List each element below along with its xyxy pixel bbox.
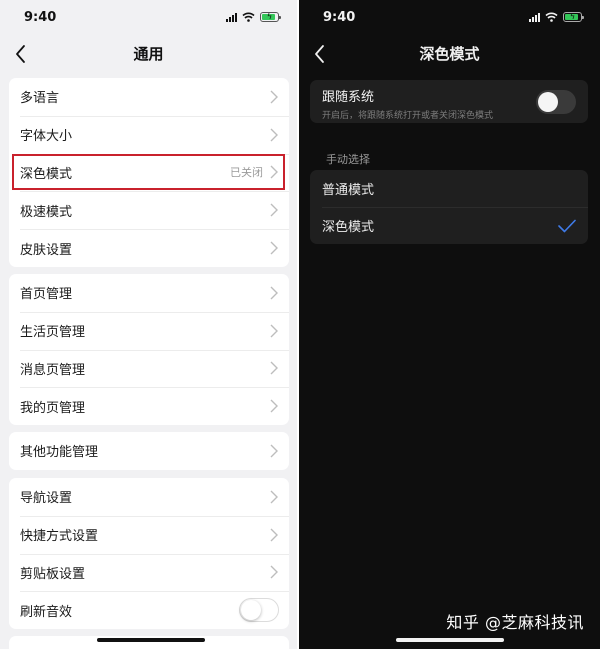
follow-system-description: 开启后，将跟随系统打开或者关闭深色模式	[322, 111, 494, 121]
settings-item-label: 导航设置	[20, 491, 73, 507]
status-icons: ϟ	[226, 12, 281, 22]
chevron-right-icon	[270, 286, 278, 300]
dark-mode-highlight-box	[12, 154, 285, 190]
cellular-signal-icon	[529, 12, 540, 22]
mode-option-label: 深色模式	[322, 220, 375, 235]
mode-option-label: 普通模式	[322, 183, 375, 198]
chevron-right-icon	[270, 241, 278, 255]
wifi-icon	[242, 12, 255, 22]
follow-system-card: 跟随系统 开启后，将跟随系统打开或者关闭深色模式	[310, 80, 588, 123]
cellular-signal-icon	[226, 12, 237, 22]
follow-system-row: 跟随系统 开启后，将跟随系统打开或者关闭深色模式	[310, 80, 588, 123]
settings-item-my-page[interactable]: 我的页管理	[9, 387, 289, 425]
status-time: 9:40	[323, 10, 356, 25]
settings-item-label: 刷新音效	[20, 604, 73, 620]
settings-group-pages: 首页管理 生活页管理 消息页管理 我的页管理	[9, 274, 289, 426]
wifi-icon	[545, 12, 558, 22]
settings-item-label: 多语言	[20, 91, 60, 107]
follow-system-toggle[interactable]	[536, 90, 576, 114]
settings-item-label: 消息页管理	[20, 362, 86, 378]
status-icons: ϟ	[529, 12, 584, 22]
settings-item-label: 皮肤设置	[20, 242, 73, 258]
chevron-right-icon	[270, 565, 278, 579]
battery-icon: ϟ	[563, 12, 584, 22]
status-time: 9:40	[24, 10, 57, 25]
watermark-text: 知乎 @芝麻科技讯	[446, 613, 584, 632]
settings-item-shortcuts[interactable]: 快捷方式设置	[9, 515, 289, 554]
settings-item-home-page[interactable]: 首页管理	[9, 274, 289, 312]
settings-item-life-page[interactable]: 生活页管理	[9, 311, 289, 350]
settings-item-label: 极速模式	[20, 204, 73, 220]
chevron-right-icon	[270, 490, 278, 504]
settings-item-label: 字体大小	[20, 129, 73, 145]
settings-group-tools: 导航设置 快捷方式设置 剪贴板设置 刷新音效	[9, 478, 289, 630]
settings-item-other-features[interactable]: 其他功能管理	[9, 432, 289, 470]
settings-item-refresh-sound: 刷新音效	[9, 591, 289, 629]
mode-option-normal[interactable]: 普通模式	[310, 170, 588, 207]
chevron-right-icon	[270, 399, 278, 413]
chevron-right-icon	[270, 444, 278, 458]
settings-item-speed-mode[interactable]: 极速模式	[9, 191, 289, 229]
nav-bar: 通用	[0, 38, 297, 70]
page-title: 通用	[133, 45, 164, 63]
settings-item-navigation[interactable]: 导航设置	[9, 478, 289, 516]
settings-item-language[interactable]: 多语言	[9, 78, 289, 116]
home-indicator	[396, 638, 504, 642]
battery-icon: ϟ	[260, 12, 281, 22]
status-bar: 9:40 ϟ	[0, 0, 297, 38]
settings-item-label: 快捷方式设置	[20, 529, 99, 545]
refresh-sound-toggle[interactable]	[239, 598, 279, 623]
page-title: 深色模式	[419, 45, 480, 63]
settings-item-clipboard[interactable]: 剪贴板设置	[9, 553, 289, 592]
chevron-right-icon	[270, 203, 278, 217]
settings-group-other: 其他功能管理	[9, 432, 289, 470]
checkmark-icon	[558, 219, 576, 232]
settings-item-label: 我的页管理	[20, 400, 86, 416]
dark-mode-settings-screen: 9:40 ϟ 深色模式 跟随系统 开启后，将跟随系统打开或者关闭深色模式 手动选…	[299, 0, 600, 649]
settings-item-label: 首页管理	[20, 287, 73, 303]
chevron-right-icon	[270, 128, 278, 142]
status-bar: 9:40 ϟ	[299, 0, 600, 38]
mode-options-card: 普通模式 深色模式	[310, 170, 588, 244]
settings-item-label: 剪贴板设置	[20, 566, 86, 582]
settings-item-skin[interactable]: 皮肤设置	[9, 229, 289, 267]
chevron-right-icon	[270, 528, 278, 542]
mode-option-dark[interactable]: 深色模式	[310, 207, 588, 244]
chevron-right-icon	[270, 361, 278, 375]
chevron-right-icon	[270, 324, 278, 338]
chevron-right-icon	[270, 90, 278, 104]
settings-item-font-size[interactable]: 字体大小	[9, 115, 289, 154]
nav-bar: 深色模式	[299, 38, 600, 70]
settings-item-message-page[interactable]: 消息页管理	[9, 349, 289, 388]
light-settings-screen: 9:40 ϟ 通用 多语言 字体大小 深色模式 已关闭 极速模式 皮肤设置 首页…	[0, 0, 297, 649]
home-indicator	[97, 638, 205, 642]
manual-select-label: 手动选择	[326, 153, 370, 166]
settings-item-label: 生活页管理	[20, 325, 86, 341]
settings-item-label: 其他功能管理	[20, 445, 99, 461]
